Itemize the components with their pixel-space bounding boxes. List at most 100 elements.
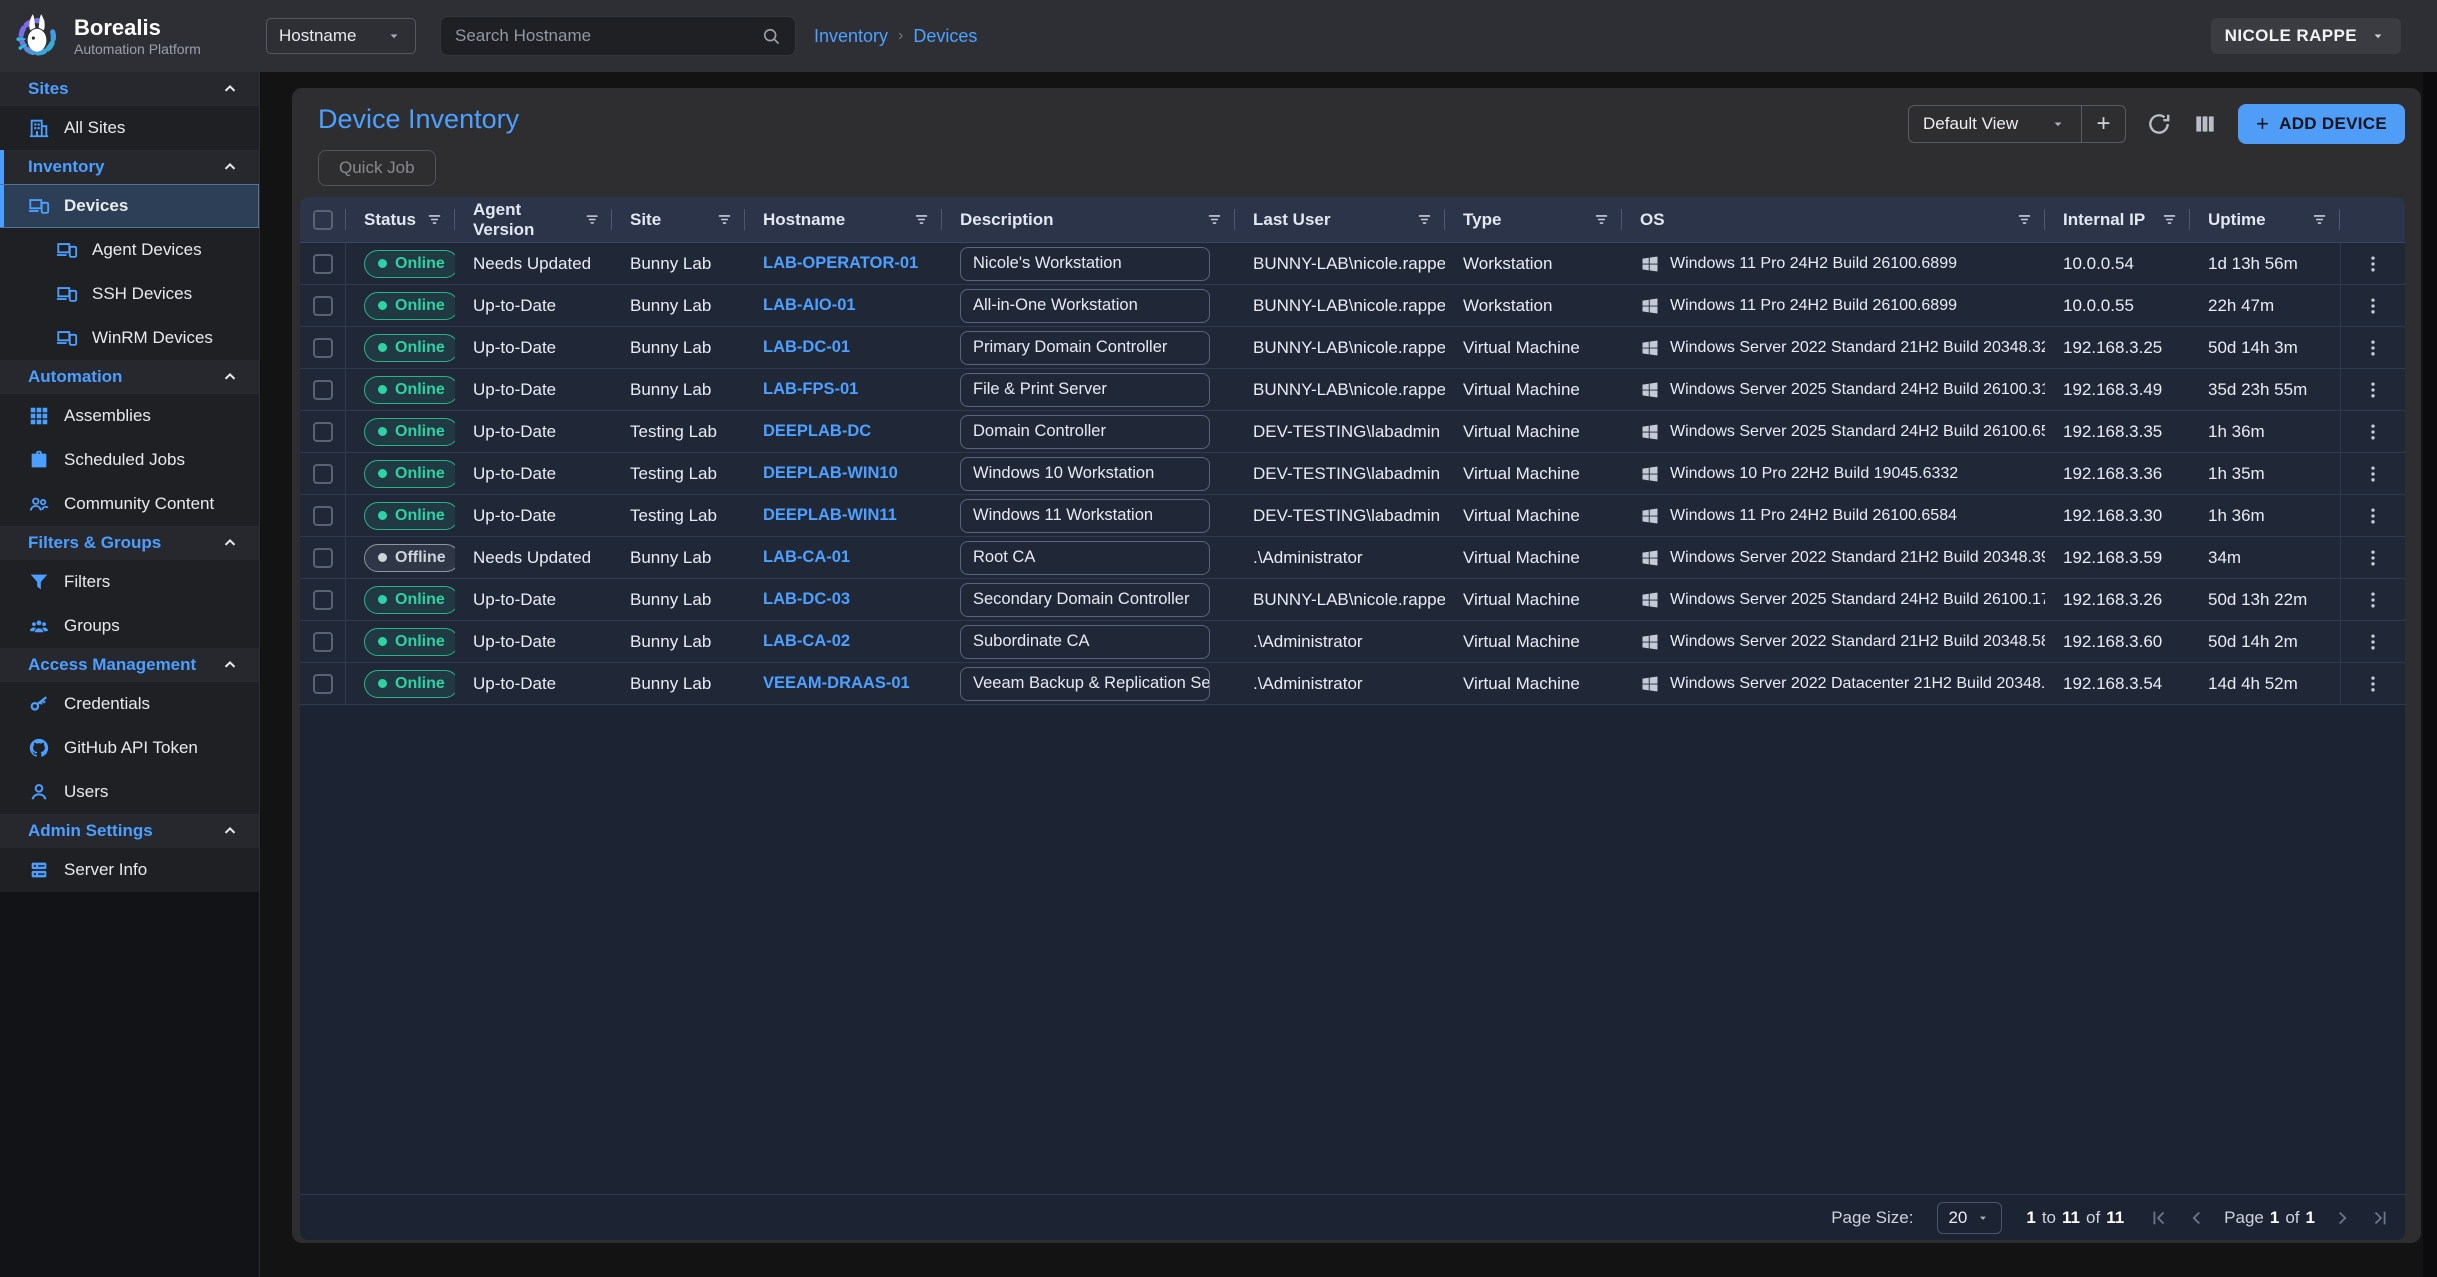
page-size-select[interactable]: 20: [1937, 1202, 2002, 1234]
sidebar-item-devices[interactable]: Devices: [0, 184, 259, 228]
description-input[interactable]: Veeam Backup & Replication Ser ...: [960, 667, 1210, 701]
table-row[interactable]: Online Up-to-Date Bunny Lab LAB-CA-02 Su…: [300, 621, 2405, 663]
sidebar-item-scheduled-jobs[interactable]: Scheduled Jobs: [0, 438, 259, 482]
description-input[interactable]: Windows 11 Workstation: [960, 499, 1210, 533]
quick-job-button[interactable]: Quick Job: [318, 150, 436, 186]
view-selector[interactable]: Default View: [1909, 106, 2081, 142]
search-field-select[interactable]: Hostname: [266, 18, 416, 54]
refresh-icon[interactable]: [2146, 111, 2172, 137]
row-menu-button[interactable]: [2340, 285, 2405, 326]
sidebar-item-users[interactable]: Users: [0, 770, 259, 814]
breadcrumb-inventory[interactable]: Inventory: [814, 26, 888, 47]
description-input[interactable]: Domain Controller: [960, 415, 1210, 449]
description-input[interactable]: Primary Domain Controller: [960, 331, 1210, 365]
hostname-link[interactable]: LAB-DC-03: [763, 590, 850, 609]
hostname-link[interactable]: LAB-FPS-01: [763, 380, 858, 399]
first-page-icon[interactable]: [2148, 1207, 2170, 1229]
row-checkbox[interactable]: [313, 338, 333, 358]
table-row[interactable]: Online Up-to-Date Bunny Lab LAB-FPS-01 F…: [300, 369, 2405, 411]
filter-icon[interactable]: [1593, 211, 1610, 228]
description-input[interactable]: Windows 10 Workstation: [960, 457, 1210, 491]
hostname-link[interactable]: LAB-CA-01: [763, 548, 850, 567]
filter-icon[interactable]: [1416, 211, 1433, 228]
table-row[interactable]: Online Up-to-Date Testing Lab DEEPLAB-WI…: [300, 495, 2405, 537]
hostname-link[interactable]: LAB-DC-01: [763, 338, 850, 357]
sidebar-item-ssh-devices[interactable]: SSH Devices: [0, 272, 259, 316]
sidebar-item-assemblies[interactable]: Assemblies: [0, 394, 259, 438]
columns-icon[interactable]: [2192, 111, 2218, 137]
row-checkbox[interactable]: [313, 632, 333, 652]
next-page-icon[interactable]: [2331, 1207, 2353, 1229]
row-checkbox[interactable]: [313, 464, 333, 484]
row-checkbox[interactable]: [313, 380, 333, 400]
sidebar-item-server-info[interactable]: Server Info: [0, 848, 259, 892]
row-menu-button[interactable]: [2340, 663, 2405, 704]
description-input[interactable]: Secondary Domain Controller: [960, 583, 1210, 617]
row-menu-button[interactable]: [2340, 495, 2405, 536]
filter-icon[interactable]: [2311, 211, 2328, 228]
filter-icon[interactable]: [2161, 211, 2178, 228]
description-input[interactable]: Root CA: [960, 541, 1210, 575]
table-row[interactable]: Online Needs Updated Bunny Lab LAB-OPERA…: [300, 243, 2405, 285]
header-internal-ip[interactable]: Internal IP: [2045, 197, 2190, 242]
header-agent-version[interactable]: Agent Version: [455, 197, 612, 242]
header-os[interactable]: OS: [1622, 197, 2045, 242]
header-select-all[interactable]: [300, 197, 346, 242]
filter-icon[interactable]: [584, 211, 600, 228]
header-type[interactable]: Type: [1445, 197, 1622, 242]
sidebar-section-admin-settings[interactable]: Admin Settings: [0, 814, 259, 848]
select-all-checkbox[interactable]: [313, 210, 333, 230]
table-row[interactable]: Online Up-to-Date Bunny Lab LAB-AIO-01 A…: [300, 285, 2405, 327]
table-row[interactable]: Online Up-to-Date Bunny Lab LAB-DC-03 Se…: [300, 579, 2405, 621]
header-uptime[interactable]: Uptime: [2190, 197, 2340, 242]
header-status[interactable]: Status: [346, 197, 455, 242]
sidebar-section-automation[interactable]: Automation: [0, 360, 259, 394]
row-menu-button[interactable]: [2340, 621, 2405, 662]
row-checkbox[interactable]: [313, 254, 333, 274]
sidebar-item-github-api-token[interactable]: GitHub API Token: [0, 726, 259, 770]
user-menu-button[interactable]: NICOLE RAPPE: [2211, 18, 2401, 54]
row-checkbox[interactable]: [313, 296, 333, 316]
sidebar-section-inventory[interactable]: Inventory: [0, 150, 259, 184]
breadcrumb-devices[interactable]: Devices: [913, 26, 977, 47]
sidebar-item-filters[interactable]: Filters: [0, 560, 259, 604]
hostname-link[interactable]: LAB-OPERATOR-01: [763, 254, 918, 273]
sidebar-item-all-sites[interactable]: All Sites: [0, 106, 259, 150]
filter-icon[interactable]: [2016, 211, 2033, 228]
row-menu-button[interactable]: [2340, 579, 2405, 620]
sidebar-item-agent-devices[interactable]: Agent Devices: [0, 228, 259, 272]
row-checkbox[interactable]: [313, 422, 333, 442]
hostname-link[interactable]: VEEAM-DRAAS-01: [763, 674, 910, 693]
hostname-link[interactable]: DEEPLAB-DC: [763, 422, 871, 441]
hostname-link[interactable]: LAB-CA-02: [763, 632, 850, 651]
row-menu-button[interactable]: [2340, 369, 2405, 410]
row-menu-button[interactable]: [2340, 537, 2405, 578]
row-checkbox[interactable]: [313, 506, 333, 526]
add-view-button[interactable]: +: [2081, 106, 2125, 142]
table-row[interactable]: Online Up-to-Date Bunny Lab LAB-DC-01 Pr…: [300, 327, 2405, 369]
search-input[interactable]: Search Hostname: [440, 16, 796, 56]
sidebar-item-credentials[interactable]: Credentials: [0, 682, 259, 726]
row-checkbox[interactable]: [313, 590, 333, 610]
sidebar-item-winrm-devices[interactable]: WinRM Devices: [0, 316, 259, 360]
hostname-link[interactable]: DEEPLAB-WIN11: [763, 506, 897, 525]
header-description[interactable]: Description: [942, 197, 1235, 242]
description-input[interactable]: Subordinate CA: [960, 625, 1210, 659]
header-hostname[interactable]: Hostname: [745, 197, 942, 242]
hostname-link[interactable]: LAB-AIO-01: [763, 296, 856, 315]
previous-page-icon[interactable]: [2186, 1207, 2208, 1229]
row-menu-button[interactable]: [2340, 327, 2405, 368]
row-menu-button[interactable]: [2340, 411, 2405, 452]
row-checkbox[interactable]: [313, 548, 333, 568]
filter-icon[interactable]: [716, 211, 733, 228]
header-site[interactable]: Site: [612, 197, 745, 242]
hostname-link[interactable]: DEEPLAB-WIN10: [763, 464, 898, 483]
table-row[interactable]: Online Up-to-Date Testing Lab DEEPLAB-DC…: [300, 411, 2405, 453]
sidebar-section-sites[interactable]: Sites: [0, 72, 259, 106]
row-checkbox[interactable]: [313, 674, 333, 694]
table-row[interactable]: Online Up-to-Date Bunny Lab VEEAM-DRAAS-…: [300, 663, 2405, 705]
filter-icon[interactable]: [426, 211, 443, 228]
add-device-button[interactable]: + ADD DEVICE: [2238, 104, 2405, 144]
description-input[interactable]: All-in-One Workstation: [960, 289, 1210, 323]
table-row[interactable]: Offline Needs Updated Bunny Lab LAB-CA-0…: [300, 537, 2405, 579]
